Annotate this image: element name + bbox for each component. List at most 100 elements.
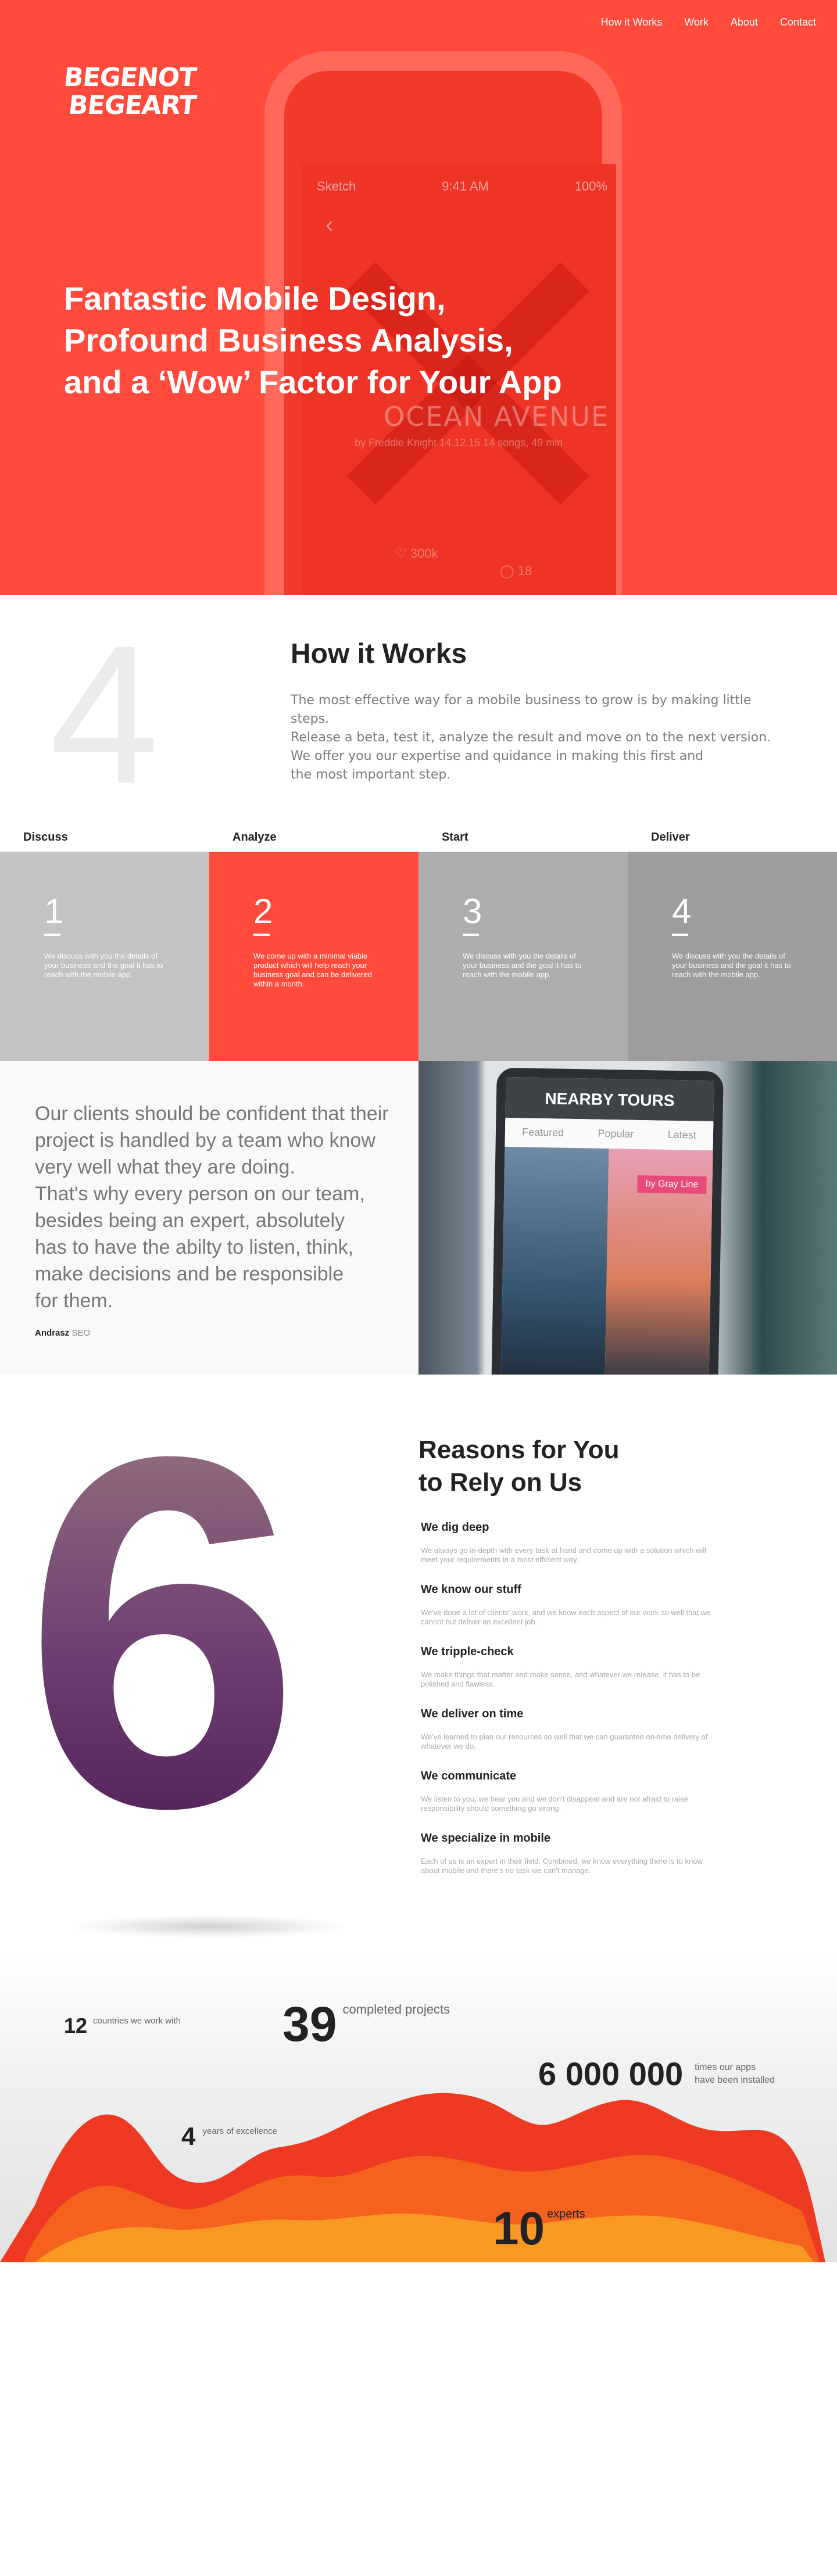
how-text-line: the most important step.	[291, 767, 451, 782]
nav-contact[interactable]: Contact	[780, 16, 816, 28]
stat-years-label: years of excellence	[202, 2126, 277, 2136]
phone-album-title: OCEAN AVENUE	[384, 401, 610, 432]
step-card-start[interactable]: 3 We discuss with you the details of you…	[419, 852, 628, 1061]
hero-section: Sketch 9:41 AM 100% ‹ OCEAN AVENUE by Fr…	[0, 0, 837, 595]
hero-title-line: and a ‘Wow’ Factor for Your App	[64, 364, 562, 400]
nav-about[interactable]: About	[731, 16, 758, 28]
app-title-bar: NEARBY TOURS	[505, 1077, 714, 1122]
logo[interactable]: BEGENOT BEGEART	[62, 63, 201, 125]
phone-comments: ◯ 18	[500, 564, 532, 578]
step-number: 1	[44, 892, 64, 936]
reason-text: We make things that matter and make sens…	[421, 1670, 700, 1688]
stat-experts-number: 10	[493, 2202, 545, 2254]
logo-line1: BEGENOT	[62, 63, 198, 92]
reason-item: We deliver on time We've learned to plan…	[421, 1707, 711, 1751]
how-text-line: The most effective way for a mobile busi…	[291, 693, 752, 726]
phone-time: 9:41 AM	[442, 179, 489, 193]
step-text: We discuss with you the details of your …	[44, 952, 163, 979]
step-label-analyze: Analyze	[233, 831, 277, 844]
stat-installs-number: 6 000 000	[538, 2055, 684, 2092]
step-card-discuss[interactable]: 1 We discuss with you the details of you…	[0, 852, 209, 1061]
hero-title: Fantastic Mobile Design, Profound Busine…	[64, 278, 645, 403]
logo-line2: BEGEART	[67, 91, 198, 120]
phone-likes: ♡ 300k	[395, 546, 438, 561]
reason-item: We dig deep We always go in-depth with e…	[421, 1521, 711, 1565]
number-shadow	[70, 1915, 349, 1938]
reasons-title-line1: Reasons for You	[419, 1436, 620, 1464]
reasons-title-line2: to Rely on Us	[419, 1468, 582, 1497]
author-role: SEO	[71, 1328, 91, 1338]
quote-section: Our clients should be confident that the…	[0, 1061, 419, 1375]
reason-text: We listen to you, we hear you and we don…	[421, 1795, 688, 1813]
reason-title: We deliver on time	[421, 1707, 524, 1720]
step-text: We discuss with you the details of your …	[672, 952, 791, 979]
how-it-works-text: The most effective way for a mobile busi…	[291, 691, 791, 784]
tour-tag: by Gray Line	[637, 1175, 707, 1194]
step-number: 2	[253, 892, 273, 936]
reason-item: We know our stuff We've done a lot of cl…	[421, 1583, 711, 1627]
quote-line: for them.	[35, 1290, 113, 1312]
quote-line: That's why every person on our team,	[35, 1183, 365, 1205]
author-name: Andrasz	[35, 1328, 70, 1338]
app-tab-popular: Popular	[598, 1127, 634, 1140]
stat-installs-label: times our apps have been installed	[695, 2061, 775, 2087]
step-label-start: Start	[442, 831, 468, 844]
reason-text: We've done a lot of clients' work, and w…	[421, 1608, 711, 1626]
step-text: We discuss with you the details of your …	[463, 952, 582, 979]
how-text-line: We offer you our expertise and quidance …	[291, 749, 704, 763]
stat-countries-number: 12	[64, 2014, 88, 2037]
big-number-6: 6	[23, 1383, 395, 1882]
stat-installs-label-line2: have been installed	[695, 2075, 775, 2085]
step-card-analyze[interactable]: 2 We come up with a minimal viable produ…	[209, 852, 419, 1061]
hero-title-line: Fantastic Mobile Design,	[64, 280, 446, 317]
phone-byline: by Freddie Knight 14.12.15 14 songs, 49 …	[355, 437, 563, 449]
quote-line: Our clients should be confident that the…	[35, 1103, 389, 1125]
phone-battery: 100%	[574, 179, 607, 193]
app-tab-featured: Featured	[521, 1126, 564, 1139]
stat-installs: 6 000 000 times our apps have been insta…	[538, 2058, 775, 2090]
stat-years: 4 years of excellence	[181, 2124, 277, 2150]
reason-title: We tripple-check	[421, 1645, 514, 1658]
step-card-deliver[interactable]: 4 We discuss with you the details of you…	[628, 852, 837, 1061]
step-number: 4	[672, 892, 692, 936]
quote-line: very well what they are doing.	[35, 1156, 295, 1178]
reason-title: We know our stuff	[421, 1583, 521, 1596]
quote-author: Andrasz SEO	[35, 1328, 90, 1338]
reasons-title: Reasons for You to Rely on Us	[419, 1434, 620, 1499]
stat-projects-label: completed projects	[342, 2002, 450, 2017]
app-screen: NEARBY TOURS Featured Popular Latest by …	[491, 1067, 724, 1375]
reason-text: Each of us is an expert in their field. …	[421, 1857, 703, 1875]
phone-carrier: Sketch	[317, 179, 356, 193]
step-labels: Discuss Analyze Start Deliver	[0, 831, 837, 844]
nav-how-it-works[interactable]: How it Works	[601, 16, 663, 28]
reason-title: We dig deep	[421, 1521, 489, 1534]
reason-title: We communicate	[421, 1770, 517, 1782]
stat-installs-label-line1: times our apps	[695, 2062, 756, 2072]
step-text: We come up with a minimal viable product…	[253, 952, 372, 988]
stat-countries: 12 countries we work with	[64, 2014, 181, 2038]
stat-projects-number: 39	[282, 1997, 337, 2051]
chevron-left-icon: ‹	[326, 212, 334, 238]
quote-line: has to have the abilty to listen, think,	[35, 1236, 354, 1258]
phone-likes-count: 300k	[410, 546, 438, 561]
main-nav: How it Works Work About Contact	[579, 16, 816, 28]
how-it-works-title: How it Works	[291, 638, 467, 669]
quote-line: make decisions and be responsible	[35, 1263, 344, 1285]
nav-work[interactable]: Work	[684, 16, 709, 28]
stats-section: 12 countries we work with 39 completed p…	[0, 1956, 837, 2262]
reason-text: We always go in-depth with every task at…	[421, 1546, 707, 1564]
quote-line: project is handled by a team who know	[35, 1129, 375, 1151]
reason-item: We specialize in mobile Each of us is an…	[421, 1832, 711, 1875]
phone-comments-count: 18	[517, 564, 532, 578]
quote-line: besides being an expert, absolutely	[35, 1210, 345, 1232]
reason-item: We communicate We listen to you, we hear…	[421, 1770, 711, 1813]
reason-text: We've learned to plan our resources so w…	[421, 1732, 708, 1750]
steps-row: 1 We discuss with you the details of you…	[0, 852, 837, 1061]
stat-experts: 10 experts	[493, 2205, 585, 2252]
stat-experts-label: experts	[546, 2208, 585, 2220]
hero-title-line: Profound Business Analysis,	[64, 322, 513, 358]
phone-status-bar: Sketch 9:41 AM 100%	[317, 179, 607, 194]
tour-photo-bridge	[500, 1146, 609, 1375]
reason-item: We tripple-check We make things that mat…	[421, 1645, 711, 1689]
stat-countries-label: countries we work with	[93, 2016, 181, 2026]
